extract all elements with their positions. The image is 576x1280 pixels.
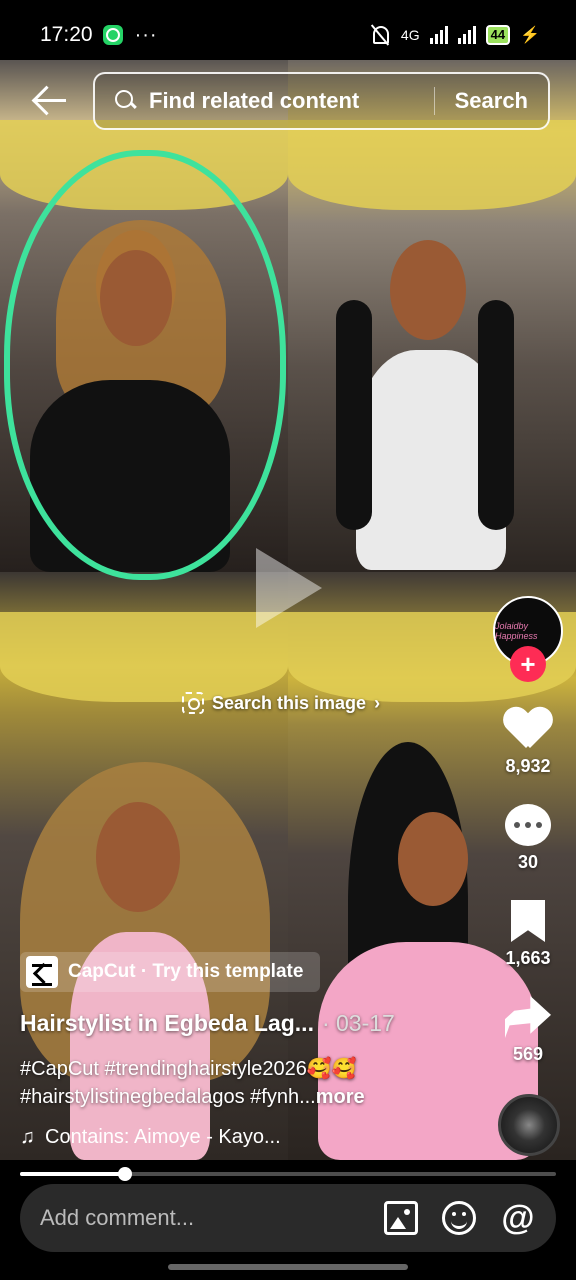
braid-left bbox=[336, 300, 372, 530]
chevron-right-icon: › bbox=[374, 692, 381, 713]
mention-icon[interactable]: @ bbox=[500, 1201, 536, 1235]
capcut-label: CapCut · Try this template bbox=[68, 961, 304, 982]
progress-fill bbox=[20, 1172, 125, 1176]
like-count: 8,932 bbox=[505, 756, 551, 776]
progress-knob[interactable] bbox=[117, 1167, 132, 1181]
network-type: 4G bbox=[400, 27, 420, 43]
comment-button[interactable]: 30 bbox=[488, 804, 568, 873]
music-row[interactable]: ♫ Contains: Aimoye - Kayo... bbox=[20, 1126, 281, 1149]
save-button[interactable]: 1,663 bbox=[488, 900, 568, 969]
bookmark-icon bbox=[511, 900, 545, 942]
search-this-image-label: Search this image bbox=[212, 692, 367, 713]
video-tile-top-right bbox=[288, 60, 576, 572]
mute-icon bbox=[369, 24, 391, 46]
video-player[interactable] bbox=[0, 60, 576, 1160]
lens-icon bbox=[182, 692, 204, 714]
caption-more-button[interactable]: more bbox=[316, 1086, 365, 1108]
comment-icon bbox=[505, 804, 551, 846]
search-input[interactable]: Find related content bbox=[149, 88, 434, 114]
salon-sign bbox=[0, 612, 288, 702]
battery-level: 44 bbox=[485, 25, 511, 45]
more-notifications-icon: ··· bbox=[134, 23, 158, 46]
share-count: 569 bbox=[512, 1044, 544, 1064]
play-icon[interactable] bbox=[256, 548, 322, 628]
progress-bar[interactable] bbox=[20, 1167, 556, 1181]
braid-right bbox=[478, 300, 514, 530]
music-disc[interactable] bbox=[498, 1094, 560, 1156]
music-note-icon: ♫ bbox=[20, 1126, 35, 1148]
emoji-icon[interactable] bbox=[442, 1201, 476, 1235]
image-icon[interactable] bbox=[384, 1201, 418, 1235]
music-title: Contains: Aimoye - Kayo... bbox=[45, 1126, 281, 1148]
home-indicator[interactable] bbox=[168, 1264, 408, 1270]
person-face bbox=[390, 240, 466, 340]
creator-avatar-text: Jolaidby Happiness bbox=[495, 621, 538, 641]
like-button[interactable]: 8,932 bbox=[488, 706, 568, 777]
caption-hashtags-text: #hairstylistinegbedalagos #fynh... bbox=[20, 1086, 316, 1108]
signal-icon-2 bbox=[457, 26, 476, 44]
search-button[interactable]: Search bbox=[455, 88, 528, 114]
search-icon bbox=[115, 90, 137, 112]
comment-bar[interactable]: Add comment... @ bbox=[20, 1184, 556, 1252]
salon-sign bbox=[288, 120, 576, 210]
person-face bbox=[96, 802, 180, 912]
whatsapp-icon bbox=[102, 25, 123, 45]
back-arrow-icon[interactable] bbox=[30, 84, 70, 118]
follow-button[interactable]: + bbox=[510, 646, 546, 682]
highlight-circle-annotation bbox=[4, 150, 286, 580]
comment-count: 30 bbox=[517, 852, 539, 872]
caption-date: · 03-17 bbox=[321, 1010, 395, 1036]
search-divider bbox=[433, 87, 435, 115]
status-time: 17:20 bbox=[40, 23, 93, 46]
caption-title: Hairstylist in Egbeda Lag... bbox=[20, 1010, 314, 1036]
capcut-template-link[interactable]: CapCut · Try this template bbox=[20, 952, 320, 992]
signal-icon bbox=[429, 26, 448, 44]
share-button[interactable]: 569 bbox=[488, 996, 568, 1065]
caption-hashtags-1[interactable]: #CapCut #trendinghairstyle2026🥰🥰 bbox=[20, 1056, 357, 1081]
caption-hashtags-2[interactable]: #hairstylistinegbedalagos #fynh...more bbox=[20, 1086, 365, 1109]
search-bar[interactable]: Find related content Search bbox=[93, 72, 550, 130]
caption-title-row: Hairstylist in Egbeda Lag... · 03-17 bbox=[20, 1010, 395, 1037]
person-face bbox=[398, 812, 468, 906]
status-indicators: 4G 44 ⚡ bbox=[369, 24, 540, 46]
save-count: 1,663 bbox=[505, 948, 551, 968]
comment-input[interactable]: Add comment... bbox=[40, 1205, 360, 1231]
share-icon bbox=[505, 996, 551, 1038]
charging-icon: ⚡ bbox=[520, 27, 540, 44]
heart-icon bbox=[504, 706, 552, 750]
capcut-logo-icon bbox=[26, 956, 58, 988]
search-this-image-button[interactable]: Search this image › bbox=[182, 692, 380, 714]
